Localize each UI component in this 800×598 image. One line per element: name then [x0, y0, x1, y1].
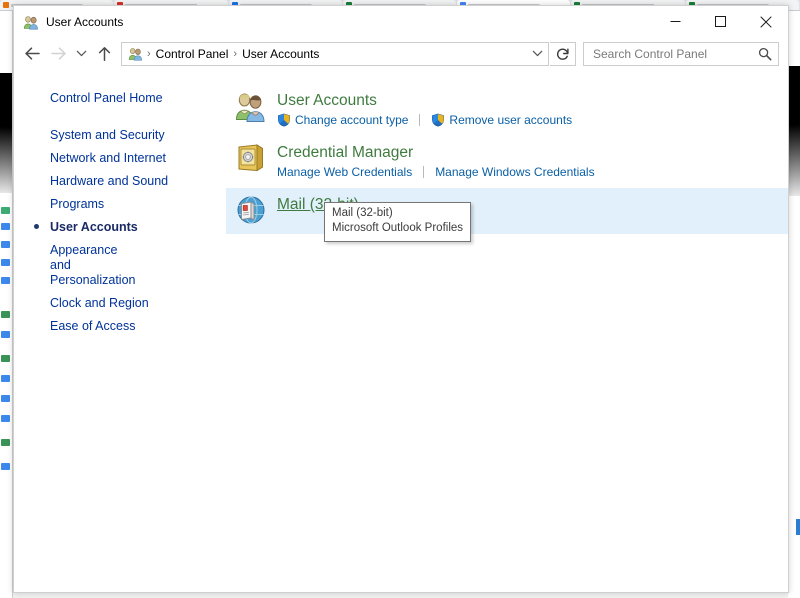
link-manage-windows-credentials[interactable]: Manage Windows Credentials: [435, 164, 594, 180]
sidebar-item-ease-of-access[interactable]: Ease of Access: [14, 315, 226, 338]
minimize-button[interactable]: [653, 6, 698, 37]
recent-locations-button[interactable]: [71, 41, 91, 67]
credential-vault-icon: [234, 142, 266, 174]
chevron-down-icon[interactable]: [528, 43, 546, 65]
category-credential-manager[interactable]: Credential Manager Manage Web Credential…: [226, 136, 788, 188]
link-change-account-type[interactable]: Change account type: [277, 112, 408, 128]
sidebar-item-system-and-security[interactable]: System and Security: [14, 124, 226, 147]
close-button[interactable]: [743, 6, 788, 37]
background-accent-bar: [796, 519, 800, 535]
control-panel-window: User Accounts › Control Panel › User Acc…: [13, 5, 789, 593]
address-bar[interactable]: › Control Panel › User Accounts: [121, 41, 549, 66]
background-window-right-edge: [788, 11, 800, 598]
refresh-icon: [556, 48, 569, 60]
breadcrumb: › Control Panel › User Accounts: [126, 45, 528, 63]
window-titlebar[interactable]: User Accounts: [14, 6, 788, 37]
refresh-button[interactable]: [550, 41, 576, 66]
link-label: Manage Web Credentials: [277, 165, 413, 179]
window-title: User Accounts: [46, 14, 124, 29]
category-user-accounts[interactable]: User Accounts Change account type Remove…: [226, 84, 788, 136]
category-title-credential-manager[interactable]: Credential Manager: [277, 143, 413, 162]
search-box[interactable]: [583, 41, 779, 66]
maximize-button[interactable]: [698, 6, 743, 37]
sidebar-item-control-panel-home[interactable]: Control Panel Home: [14, 87, 226, 110]
sidebar-navigation: Control Panel Home System and Security N…: [14, 70, 226, 592]
category-mail-32-bit[interactable]: Mail (32-bit): [226, 188, 788, 234]
search-input[interactable]: [591, 45, 756, 62]
link-remove-user-accounts[interactable]: Remove user accounts: [431, 112, 572, 128]
sidebar-item-programs[interactable]: Programs: [14, 193, 226, 216]
sidebar-item-appearance-and-personalization[interactable]: Appearance and Personalization: [14, 239, 135, 292]
search-icon[interactable]: [756, 47, 774, 61]
link-label: Remove user accounts: [449, 113, 573, 127]
link-manage-web-credentials[interactable]: Manage Web Credentials: [277, 164, 412, 180]
favicon-icon: [3, 2, 9, 8]
up-button[interactable]: [91, 41, 117, 67]
category-list: User Accounts Change account type Remove…: [226, 70, 788, 592]
link-separator: [423, 166, 425, 178]
user-accounts-icon: [23, 14, 39, 30]
uac-shield-icon: [431, 113, 445, 127]
mail-globe-icon: [234, 194, 266, 226]
navigation-toolbar: › Control Panel › User Accounts: [14, 37, 788, 70]
sidebar-item-clock-and-region[interactable]: Clock and Region: [14, 292, 226, 315]
uac-shield-icon: [277, 113, 291, 127]
user-accounts-icon: [234, 90, 266, 122]
breadcrumb-item-user-accounts[interactable]: User Accounts: [238, 45, 323, 63]
user-accounts-icon: [128, 46, 144, 62]
sidebar-item-hardware-and-sound[interactable]: Hardware and Sound: [14, 170, 226, 193]
breadcrumb-item-control-panel[interactable]: Control Panel: [152, 45, 233, 63]
sidebar-item-network-and-internet[interactable]: Network and Internet: [14, 147, 226, 170]
back-button[interactable]: [19, 41, 45, 67]
link-separator: [419, 114, 421, 126]
link-label: Change account type: [295, 113, 409, 127]
link-label: Manage Windows Credentials: [435, 165, 595, 179]
background-window-left-edge: [0, 11, 13, 598]
category-title-mail-32-bit[interactable]: Mail (32-bit): [277, 195, 359, 214]
sidebar-item-user-accounts[interactable]: User Accounts: [14, 216, 226, 239]
category-title-user-accounts[interactable]: User Accounts: [277, 91, 377, 110]
forward-button[interactable]: [45, 41, 71, 67]
